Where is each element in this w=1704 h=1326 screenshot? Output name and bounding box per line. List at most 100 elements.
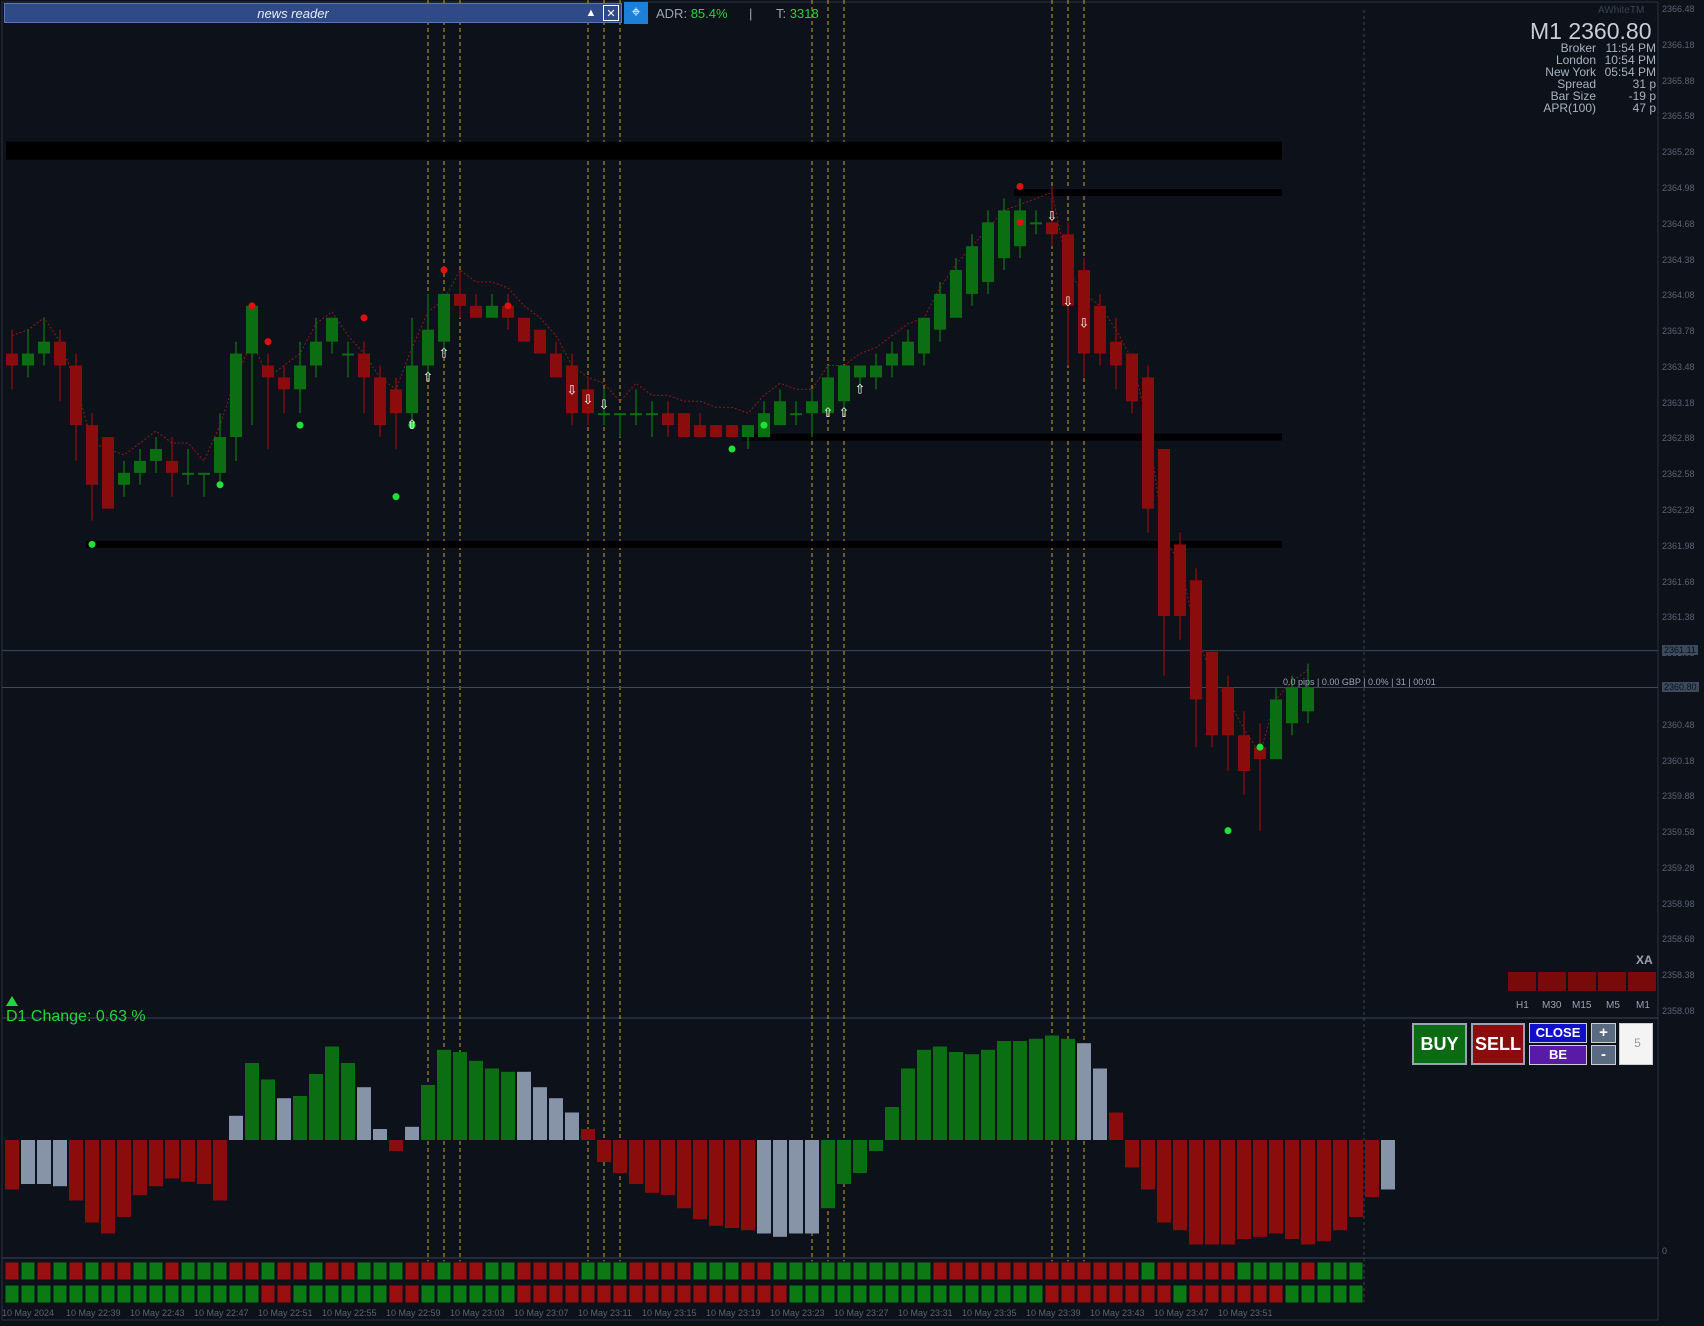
histogram-bar bbox=[933, 1046, 947, 1140]
strength-cell bbox=[1028, 1284, 1044, 1304]
strength-cell bbox=[676, 1261, 692, 1281]
histogram-bar bbox=[1253, 1140, 1267, 1237]
histogram-bar bbox=[1205, 1140, 1219, 1245]
decrease-button[interactable]: - bbox=[1591, 1045, 1616, 1065]
strength-cell bbox=[932, 1261, 948, 1281]
price-axis-label: 2364.08 bbox=[1662, 290, 1695, 301]
candle-body bbox=[918, 317, 930, 354]
time-axis-label: 10 May 23:23 bbox=[770, 1308, 825, 1318]
timeframe-label: M5 bbox=[1606, 1000, 1620, 1011]
histogram-bar bbox=[773, 1140, 787, 1237]
time-axis-label: 10 May 22:59 bbox=[386, 1308, 441, 1318]
time-axis-label: 10 May 22:47 bbox=[194, 1308, 249, 1318]
increase-button[interactable]: + bbox=[1591, 1023, 1616, 1043]
strength-cell bbox=[1108, 1261, 1124, 1281]
time-axis-label: 10 May 23:43 bbox=[1090, 1308, 1145, 1318]
swing-high-dot bbox=[248, 302, 256, 310]
candle-body bbox=[310, 341, 322, 366]
buy-button[interactable]: BUY bbox=[1412, 1023, 1467, 1065]
candle-body bbox=[230, 353, 242, 438]
strength-cell bbox=[4, 1261, 20, 1281]
quantity-input[interactable]: 5 bbox=[1619, 1023, 1653, 1065]
strength-cell bbox=[1172, 1284, 1188, 1304]
histogram-bar bbox=[149, 1140, 163, 1187]
strength-cell bbox=[404, 1261, 420, 1281]
candle-body bbox=[630, 413, 642, 416]
candle-body bbox=[166, 460, 178, 473]
strength-cell bbox=[548, 1284, 564, 1304]
strength-cell bbox=[1300, 1284, 1316, 1304]
strength-cell bbox=[1044, 1261, 1060, 1281]
crosshair-icon[interactable]: ⌖ bbox=[624, 2, 648, 24]
collapse-icon[interactable]: ▲ bbox=[583, 5, 599, 21]
strength-cell bbox=[436, 1261, 452, 1281]
close-button[interactable]: CLOSE bbox=[1529, 1023, 1587, 1043]
swing-high-dot bbox=[440, 266, 448, 274]
sell-button[interactable]: SELL bbox=[1471, 1023, 1525, 1065]
arrow-up-icon: ⇧ bbox=[407, 418, 418, 433]
time-axis-label: 10 May 23:03 bbox=[450, 1308, 505, 1318]
strength-cell bbox=[1092, 1261, 1108, 1281]
price-chart[interactable]: ⇧ ⇧ ⇧ ⇧ ⇧ ⇧ ⇩ ⇩ ⇩ ⇩ ⇩ ⇩ bbox=[0, 0, 1704, 1326]
current-price-tag: 2361.11 bbox=[1662, 644, 1698, 655]
swing-low-dot bbox=[216, 481, 224, 489]
strength-cell bbox=[1108, 1284, 1124, 1304]
price-axis-label: 2362.28 bbox=[1662, 505, 1695, 515]
strength-cell bbox=[900, 1284, 916, 1304]
strength-cell bbox=[148, 1284, 164, 1304]
strength-cell bbox=[4, 1284, 20, 1304]
strength-cell bbox=[1252, 1261, 1268, 1281]
time-axis-label: 10 May 2024 bbox=[2, 1308, 55, 1318]
swing-low-dot bbox=[296, 421, 304, 429]
strength-cell bbox=[1284, 1261, 1300, 1281]
level-zone bbox=[86, 540, 1282, 548]
histogram-bar bbox=[549, 1098, 563, 1140]
close-icon[interactable]: ✕ bbox=[603, 5, 619, 21]
candle-body bbox=[262, 365, 274, 378]
histogram-bar bbox=[421, 1085, 435, 1140]
candle-body bbox=[214, 437, 226, 473]
arrow-down-icon: ⇩ bbox=[1063, 295, 1074, 310]
candle-body bbox=[454, 293, 466, 306]
histogram-bar bbox=[69, 1140, 83, 1201]
histogram-bar bbox=[629, 1140, 643, 1184]
candle-body bbox=[6, 353, 18, 366]
strength-cell bbox=[932, 1284, 948, 1304]
histogram-bar bbox=[597, 1140, 611, 1162]
price-axis-label: 2366.48 bbox=[1662, 4, 1695, 14]
level-zone bbox=[6, 141, 1282, 160]
histogram-bar bbox=[405, 1126, 419, 1140]
strength-cell bbox=[1188, 1261, 1204, 1281]
level-zone bbox=[1014, 189, 1282, 197]
candle-body bbox=[358, 353, 370, 378]
info-row-label: APR(100) bbox=[1543, 101, 1596, 115]
histogram-bar bbox=[133, 1140, 147, 1195]
breakeven-button[interactable]: BE bbox=[1529, 1045, 1587, 1065]
strength-cell bbox=[580, 1284, 596, 1304]
strength-cell bbox=[308, 1284, 324, 1304]
news-reader-bar[interactable]: news reader ▲ ✕ bbox=[4, 3, 622, 23]
strength-cell bbox=[1044, 1284, 1060, 1304]
histogram-bar bbox=[869, 1140, 883, 1151]
candle-body bbox=[694, 425, 706, 438]
strength-cell bbox=[1028, 1261, 1044, 1281]
strength-cell bbox=[1300, 1261, 1316, 1281]
strength-cell bbox=[196, 1284, 212, 1304]
strength-cell bbox=[1156, 1284, 1172, 1304]
adr-label: ADR: bbox=[656, 6, 688, 21]
histogram-bar bbox=[1349, 1140, 1363, 1217]
strength-cell bbox=[1060, 1261, 1076, 1281]
histogram-bar bbox=[1333, 1140, 1347, 1231]
arrow-up-icon: ⇧ bbox=[439, 347, 450, 362]
strength-cell bbox=[180, 1284, 196, 1304]
arrow-down-icon: ⇩ bbox=[583, 393, 594, 408]
candle-body bbox=[678, 413, 690, 438]
t-value: 3318 bbox=[789, 6, 819, 21]
time-axis-label: 10 May 23:27 bbox=[834, 1308, 889, 1318]
histogram-bar bbox=[485, 1068, 499, 1140]
time-axis-label: 10 May 23:11 bbox=[578, 1308, 632, 1318]
histogram-bar bbox=[101, 1140, 115, 1234]
strength-cell bbox=[148, 1261, 164, 1281]
strength-cell bbox=[820, 1261, 836, 1281]
histogram-bar bbox=[1125, 1140, 1139, 1168]
